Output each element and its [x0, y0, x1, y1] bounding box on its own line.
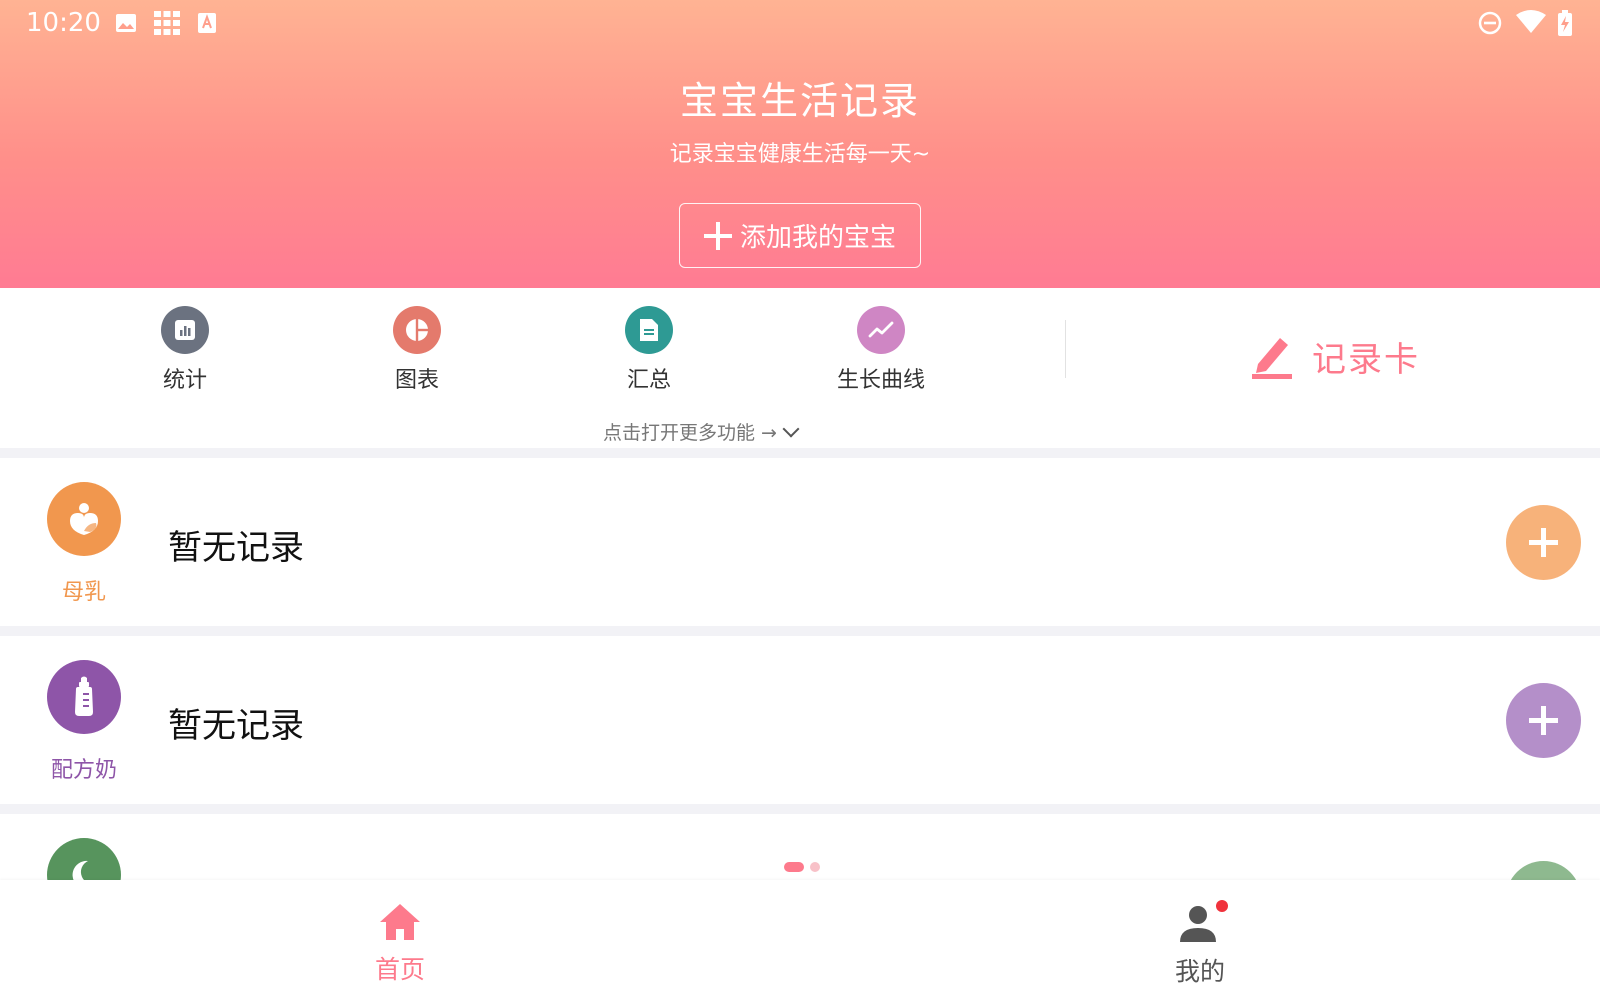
wifi-icon	[1516, 10, 1546, 33]
function-label: 生长曲线	[836, 368, 925, 393]
empty-record-text: 暂无记录	[168, 706, 304, 746]
add-formula-button[interactable]	[1506, 683, 1581, 758]
record-row-breast-milk[interactable]: 母乳 暂无记录	[0, 458, 1600, 626]
status-bar: 10:20	[0, 0, 1600, 46]
grid-icon	[154, 11, 180, 35]
function-item-summary[interactable]: 汇总	[569, 306, 729, 394]
person-icon	[1180, 906, 1216, 942]
pie-chart-icon	[393, 306, 441, 354]
home-icon	[380, 904, 420, 940]
function-item-stats[interactable]: 统计	[105, 306, 265, 394]
status-time: 10:20	[26, 8, 101, 38]
plus-icon	[703, 221, 732, 250]
bar-chart-icon	[161, 306, 209, 354]
function-label: 汇总	[626, 368, 671, 393]
chevron-down-icon	[782, 420, 800, 438]
image-icon	[116, 14, 136, 32]
add-baby-label: 添加我的宝宝	[739, 223, 896, 253]
function-label: 统计	[162, 368, 207, 393]
breast-milk-icon	[47, 482, 121, 556]
divider	[1065, 320, 1066, 378]
trend-line-icon	[857, 306, 905, 354]
function-panel: 统计 图表 汇总 生长曲线 记录卡 点击打开更多功能 →	[0, 288, 1600, 448]
notification-badge	[1216, 900, 1228, 912]
baby-bottle-icon	[47, 660, 121, 734]
empty-record-text: 暂无记录	[168, 528, 304, 568]
function-item-chart[interactable]: 图表	[337, 306, 497, 394]
function-item-growth-curve[interactable]: 生长曲线	[801, 306, 961, 394]
record-card-label: 记录卡	[1312, 339, 1420, 380]
bottom-nav: 首页 我的	[0, 880, 1600, 1000]
header: 10:20 宝宝生活记录 记录宝宝健康生活每一天~ 添加我的宝宝	[0, 0, 1600, 288]
more-functions-hint[interactable]: 点击打开更多功能 →	[0, 418, 1400, 445]
page-indicator	[784, 862, 820, 872]
page-dot-active	[784, 862, 804, 872]
keyboard-a-icon	[198, 13, 216, 33]
document-icon	[625, 306, 673, 354]
nav-label: 我的	[1174, 957, 1225, 986]
app-screen: 10:20 宝宝生活记录 记录宝宝健康生活每一天~ 添加我的宝宝 统计 图表 汇…	[0, 0, 1600, 1000]
record-card-button[interactable]: 记录卡	[1250, 328, 1420, 384]
pencil-icon	[1252, 338, 1292, 379]
add-baby-button[interactable]: 添加我的宝宝	[679, 203, 921, 268]
more-hint-text: 点击打开更多功能 →	[603, 422, 777, 444]
category-label: 配方奶	[50, 758, 117, 783]
page-dot	[810, 862, 820, 872]
do-not-disturb-icon	[1478, 11, 1502, 35]
category-label: 母乳	[61, 580, 106, 605]
nav-item-home[interactable]: 首页	[320, 902, 480, 986]
add-breast-milk-button[interactable]	[1506, 505, 1581, 580]
nav-item-mine[interactable]: 我的	[1120, 900, 1280, 988]
battery-charging-icon	[1558, 10, 1572, 36]
app-subtitle: 记录宝宝健康生活每一天~	[669, 142, 931, 167]
function-label: 图表	[394, 368, 439, 393]
app-title: 宝宝生活记录	[679, 79, 920, 123]
nav-label: 首页	[374, 955, 425, 984]
record-row-formula[interactable]: 配方奶 暂无记录	[0, 636, 1600, 804]
